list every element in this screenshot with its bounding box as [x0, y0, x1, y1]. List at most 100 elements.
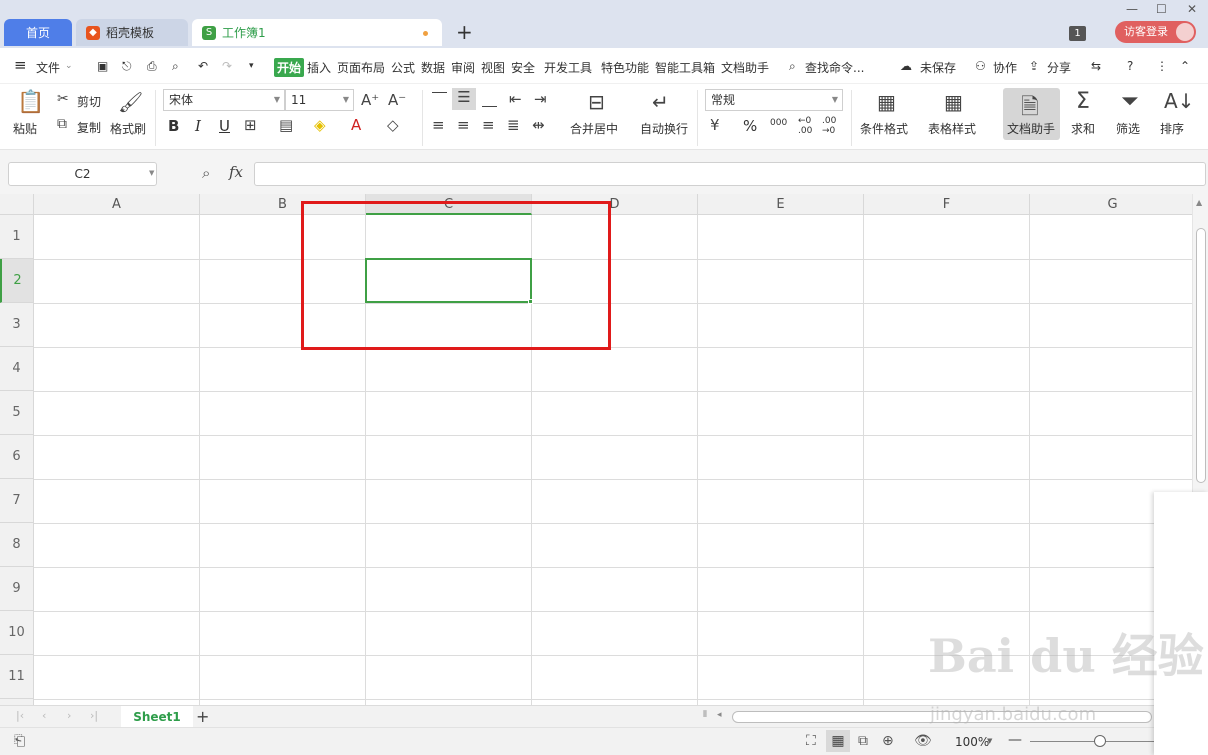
- increase-font-icon[interactable]: A⁺: [361, 91, 379, 109]
- row-header[interactable]: 3: [0, 303, 34, 347]
- collab-button[interactable]: 协作: [993, 59, 1017, 76]
- scroll-up-icon[interactable]: ▲: [1196, 198, 1202, 207]
- wrap-text-button[interactable]: 自动换行: [640, 120, 688, 137]
- help-icon[interactable]: ?: [1127, 59, 1133, 73]
- menu-review[interactable]: 审阅: [451, 59, 475, 76]
- window-count-badge[interactable]: 1: [1069, 26, 1086, 41]
- menu-page-layout[interactable]: 页面布局: [337, 59, 385, 76]
- command-search[interactable]: 查找命令...: [805, 59, 864, 76]
- formula-input[interactable]: [254, 162, 1206, 186]
- thousands-button[interactable]: 000: [770, 118, 787, 128]
- wrap-text-icon[interactable]: ↵: [652, 90, 669, 114]
- menu-home[interactable]: 开始: [274, 58, 305, 77]
- increase-indent-icon[interactable]: ⇥: [534, 90, 547, 108]
- scroll-left-icon[interactable]: ◂: [717, 710, 722, 720]
- sum-icon[interactable]: Σ: [1076, 89, 1090, 114]
- distributed-icon[interactable]: ⇹: [532, 116, 545, 134]
- last-sheet-icon[interactable]: ›|: [90, 709, 98, 722]
- eye-protection-icon[interactable]: 👁: [914, 733, 932, 749]
- fill-color-icon[interactable]: ◈: [314, 116, 326, 134]
- cell-style-icon[interactable]: ▤: [279, 116, 293, 134]
- column-header[interactable]: F: [864, 194, 1030, 215]
- zoom-level[interactable]: 100%: [955, 735, 989, 749]
- menu-smart-toolbox[interactable]: 智能工具箱: [655, 59, 715, 76]
- conditional-format-button[interactable]: 条件格式: [860, 120, 908, 137]
- more-icon[interactable]: ⋮: [1156, 59, 1168, 73]
- font-size-select[interactable]: 11 ▼: [285, 89, 354, 111]
- layout-icon[interactable]: ⇆: [1091, 59, 1101, 73]
- paste-button[interactable]: 粘贴: [13, 120, 37, 137]
- borders-icon[interactable]: ⊞: [244, 116, 257, 134]
- vertical-scroll-thumb[interactable]: [1196, 228, 1206, 483]
- underline-button[interactable]: U: [219, 117, 230, 135]
- percent-button[interactable]: %: [743, 117, 757, 135]
- page-layout-view-icon[interactable]: ⊕: [882, 733, 894, 749]
- row-header[interactable]: 5: [0, 391, 34, 435]
- close-button[interactable]: ✕: [1187, 2, 1197, 16]
- align-left-icon[interactable]: ≡: [432, 116, 445, 134]
- font-name-select[interactable]: 宋体 ▼: [163, 89, 285, 111]
- cut-button[interactable]: 剪切: [77, 93, 101, 110]
- merge-center-button[interactable]: 合并居中: [570, 120, 618, 137]
- maximize-button[interactable]: ☐: [1156, 2, 1167, 16]
- macro-status-icon[interactable]: ⎗: [14, 733, 25, 749]
- undo-icon[interactable]: ↶: [198, 59, 208, 73]
- chevron-down-icon[interactable]: ▼: [149, 169, 154, 177]
- quick-access-more-icon[interactable]: ▾: [249, 61, 254, 71]
- new-tab-button[interactable]: +: [456, 20, 473, 44]
- chevron-down-icon[interactable]: ▼: [987, 737, 992, 745]
- row-header[interactable]: 10: [0, 611, 34, 655]
- merge-center-icon[interactable]: ⊟: [588, 90, 605, 114]
- minimize-button[interactable]: —: [1126, 2, 1138, 16]
- conditional-format-icon[interactable]: ▦: [877, 90, 896, 114]
- chevron-down-icon[interactable]: ⌄: [65, 61, 73, 71]
- fullscreen-icon[interactable]: ⛶: [806, 733, 816, 749]
- format-painter-button[interactable]: 格式刷: [110, 120, 146, 137]
- menu-formulas[interactable]: 公式: [391, 59, 415, 76]
- scroll-split-icon[interactable]: ⦀: [703, 710, 707, 720]
- unsaved-status[interactable]: 未保存: [920, 59, 956, 76]
- print-preview-icon[interactable]: ⌕: [172, 59, 179, 74]
- decrease-font-icon[interactable]: A⁻: [388, 91, 406, 109]
- export-icon[interactable]: ⎋: [122, 59, 132, 74]
- cut-icon[interactable]: ✂: [57, 91, 69, 107]
- justify-icon[interactable]: ≣: [507, 116, 520, 134]
- currency-icon[interactable]: ¥: [710, 116, 720, 134]
- row-header[interactable]: 7: [0, 479, 34, 523]
- number-format-select[interactable]: 常规 ▼: [705, 89, 843, 111]
- sort-button[interactable]: 排序: [1160, 120, 1184, 137]
- align-top-icon[interactable]: ⎺: [432, 90, 447, 108]
- name-box[interactable]: C2: [8, 162, 157, 186]
- column-header[interactable]: A: [34, 194, 200, 215]
- paste-icon[interactable]: 📋: [17, 90, 44, 115]
- table-style-button[interactable]: 表格样式: [928, 120, 976, 137]
- print-icon[interactable]: ⎙: [147, 59, 157, 74]
- fx-button[interactable]: fx: [229, 163, 243, 181]
- tab-home[interactable]: 首页: [4, 19, 72, 46]
- filter-button[interactable]: 筛选: [1116, 120, 1140, 137]
- menu-security[interactable]: 安全: [511, 59, 535, 76]
- bold-button[interactable]: B: [168, 117, 179, 135]
- filter-icon[interactable]: ⏷: [1121, 89, 1139, 114]
- clear-format-icon[interactable]: ◇: [387, 116, 399, 134]
- redo-icon[interactable]: ↷: [222, 59, 232, 73]
- copy-icon[interactable]: ⧉: [57, 116, 67, 132]
- tab-workbook[interactable]: S 工作簿1: [192, 19, 442, 46]
- sheet-tab-sheet1[interactable]: Sheet1: [121, 706, 193, 728]
- page-break-view-icon[interactable]: ⧉: [858, 733, 868, 749]
- align-center-icon[interactable]: ≡: [457, 116, 470, 134]
- sum-button[interactable]: 求和: [1071, 120, 1095, 137]
- search-icon[interactable]: ⌕: [789, 59, 796, 74]
- next-sheet-icon[interactable]: ›: [67, 709, 71, 722]
- zoom-out-button[interactable]: —: [1008, 732, 1022, 748]
- save-icon[interactable]: ▣: [97, 59, 108, 73]
- align-right-icon[interactable]: ≡: [482, 116, 495, 134]
- zoom-formula-icon[interactable]: ⌕: [202, 164, 210, 182]
- menu-features[interactable]: 特色功能: [601, 59, 649, 76]
- normal-view-icon[interactable]: ▦: [826, 730, 850, 752]
- align-bottom-icon[interactable]: ⎽: [482, 90, 497, 108]
- table-style-icon[interactable]: ▦: [944, 90, 963, 114]
- increase-decimal-button[interactable]: ←0 .00: [798, 116, 820, 136]
- row-header[interactable]: 4: [0, 347, 34, 391]
- menu-doc-assistant[interactable]: 文档助手: [721, 59, 769, 76]
